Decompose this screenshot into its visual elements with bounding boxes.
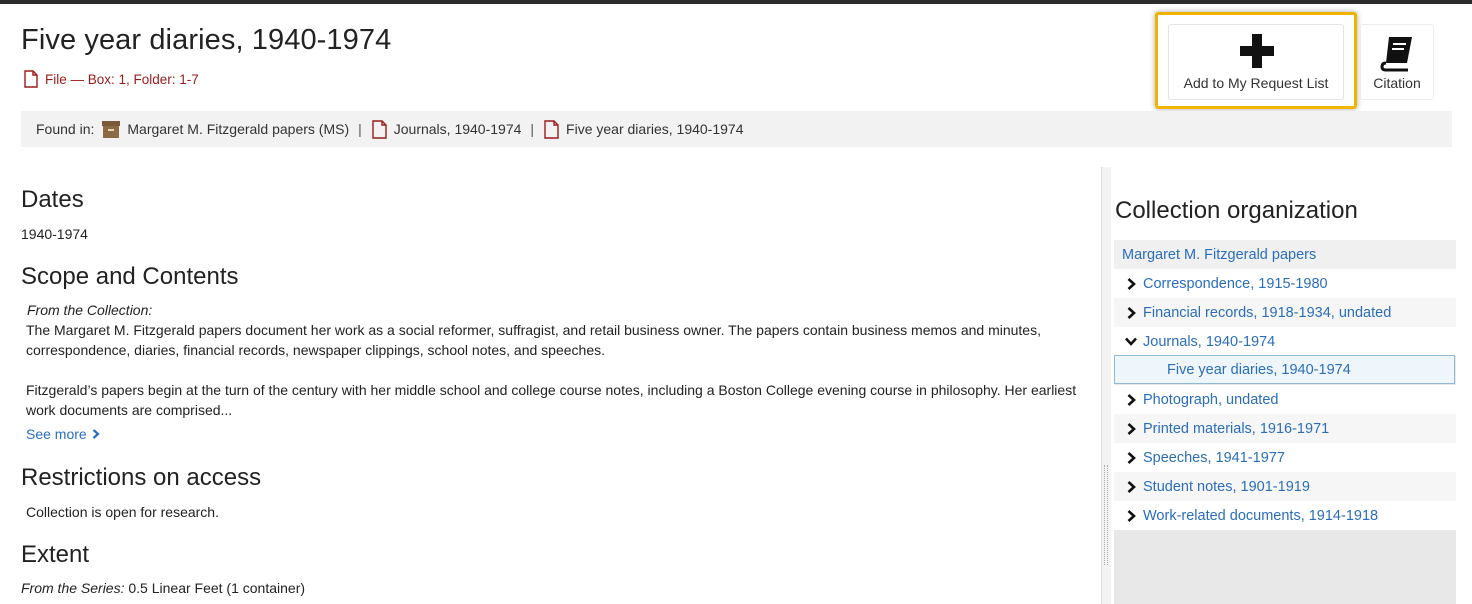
scope-heading: Scope and Contents	[21, 263, 239, 290]
found-in-label: Found in:	[36, 121, 95, 137]
tree-item[interactable]: Student notes, 1901-1919	[1114, 472, 1456, 501]
dates-heading: Dates	[21, 186, 84, 213]
file-info: File — Box: 1, Folder: 1-7	[24, 70, 199, 88]
extent-heading: Extent	[21, 541, 90, 568]
tree-item-label: Correspondence, 1915-1980	[1143, 275, 1328, 292]
scope-paragraph-2: Fitzgerald’s papers begin at the turn of…	[26, 382, 1077, 418]
tree-item[interactable]: Journals, 1940-1974	[1114, 327, 1456, 356]
request-button-label: Add to My Request List	[1183, 75, 1329, 91]
restrictions-value: Collection is open for research.	[26, 504, 219, 520]
plus-icon	[1240, 34, 1274, 68]
tree-item-label: Printed materials, 1916-1971	[1143, 420, 1330, 437]
expand-toggle[interactable]	[1124, 277, 1138, 290]
tree-item[interactable]: Work-related documents, 1914-1918	[1114, 501, 1456, 530]
expand-toggle[interactable]	[1124, 451, 1138, 464]
chevron-right-icon	[1127, 306, 1136, 319]
chevron-right-icon	[1127, 509, 1136, 522]
chevron-right-icon	[92, 429, 100, 439]
expand-toggle[interactable]	[1124, 509, 1138, 522]
file-icon	[24, 70, 38, 88]
tree-root-item[interactable]: Margaret M. Fitzgerald papers	[1114, 240, 1456, 269]
extent-value: 0.5 Linear Feet (1 container)	[128, 580, 306, 596]
chevron-right-icon	[1127, 422, 1136, 435]
breadcrumb-item-current[interactable]: Five year diaries, 1940-1974	[544, 119, 744, 139]
resize-grip[interactable]	[1104, 465, 1108, 565]
breadcrumb-label: Margaret M. Fitzgerald papers (MS)	[127, 121, 350, 137]
citation-label: Citation	[1373, 75, 1421, 91]
expand-toggle[interactable]	[1124, 480, 1138, 493]
expand-toggle[interactable]	[1124, 306, 1138, 319]
dates-value: 1940-1974	[21, 226, 88, 242]
tree-item-label: Financial records, 1918-1934, undated	[1143, 304, 1392, 321]
breadcrumb-label: Journals, 1940-1974	[393, 121, 522, 137]
file-info-text: File — Box: 1, Folder: 1-7	[45, 71, 199, 87]
chevron-right-icon	[1127, 277, 1136, 290]
tree-item-label: Student notes, 1901-1919	[1143, 478, 1310, 495]
tree-item-current[interactable]: Five year diaries, 1940-1974	[1114, 355, 1455, 384]
tree-item[interactable]: Photograph, undated	[1114, 385, 1456, 414]
tree-item[interactable]: Speeches, 1941-1977	[1114, 443, 1456, 472]
extent-line: From the Series: 0.5 Linear Feet (1 cont…	[21, 578, 305, 598]
archive-box-icon	[102, 120, 121, 138]
book-icon	[1380, 37, 1412, 72]
chevron-right-icon	[1127, 393, 1136, 406]
expand-toggle[interactable]	[1124, 422, 1138, 435]
tree-item-label: Speeches, 1941-1977	[1143, 449, 1285, 466]
file-icon	[372, 119, 387, 139]
tree-item-label: Five year diaries, 1940-1974	[1167, 361, 1351, 378]
breadcrumb-item-collection[interactable]: Margaret M. Fitzgerald papers (MS)	[102, 120, 350, 138]
tree-item-label: Margaret M. Fitzgerald papers	[1122, 246, 1317, 263]
tree-item[interactable]: Correspondence, 1915-1980	[1114, 269, 1456, 298]
file-icon	[544, 119, 559, 139]
add-to-request-list-button[interactable]: Add to My Request List	[1168, 24, 1344, 100]
tree-item-label: Work-related documents, 1914-1918	[1143, 507, 1379, 524]
extent-source: From the Series:	[21, 580, 125, 596]
tree-item[interactable]: Printed materials, 1916-1971	[1114, 414, 1456, 443]
see-more-label: See more	[26, 426, 87, 442]
breadcrumb-item-series[interactable]: Journals, 1940-1974	[372, 119, 522, 139]
collection-tree: Margaret M. Fitzgerald papers Correspond…	[1114, 240, 1456, 604]
breadcrumb-separator: |	[358, 121, 362, 137]
collapse-toggle[interactable]	[1124, 337, 1138, 346]
collection-organization-heading: Collection organization	[1115, 197, 1358, 224]
expand-toggle[interactable]	[1124, 393, 1138, 406]
breadcrumb-label: Five year diaries, 1940-1974	[566, 121, 744, 137]
restrictions-heading: Restrictions on access	[21, 464, 262, 491]
breadcrumb-separator: |	[530, 121, 535, 137]
tree-item[interactable]: Financial records, 1918-1934, undated	[1114, 298, 1456, 327]
scope-source: From the Collection:	[27, 302, 153, 318]
chevron-right-icon	[1127, 451, 1136, 464]
top-bar	[0, 0, 1472, 4]
page-title: Five year diaries, 1940-1974	[21, 24, 392, 56]
breadcrumb: Found in: Margaret M. Fitzgerald papers …	[21, 111, 1452, 147]
chevron-down-icon	[1125, 337, 1137, 346]
scope-paragraph-1: The Margaret M. Fitzgerald papers docume…	[26, 322, 1041, 358]
tree-item-label: Journals, 1940-1974	[1143, 333, 1276, 350]
tree-item-label: Photograph, undated	[1143, 391, 1279, 408]
chevron-right-icon	[1127, 480, 1136, 493]
citation-button[interactable]: Citation	[1360, 24, 1434, 100]
see-more-link[interactable]: See more	[26, 426, 100, 442]
